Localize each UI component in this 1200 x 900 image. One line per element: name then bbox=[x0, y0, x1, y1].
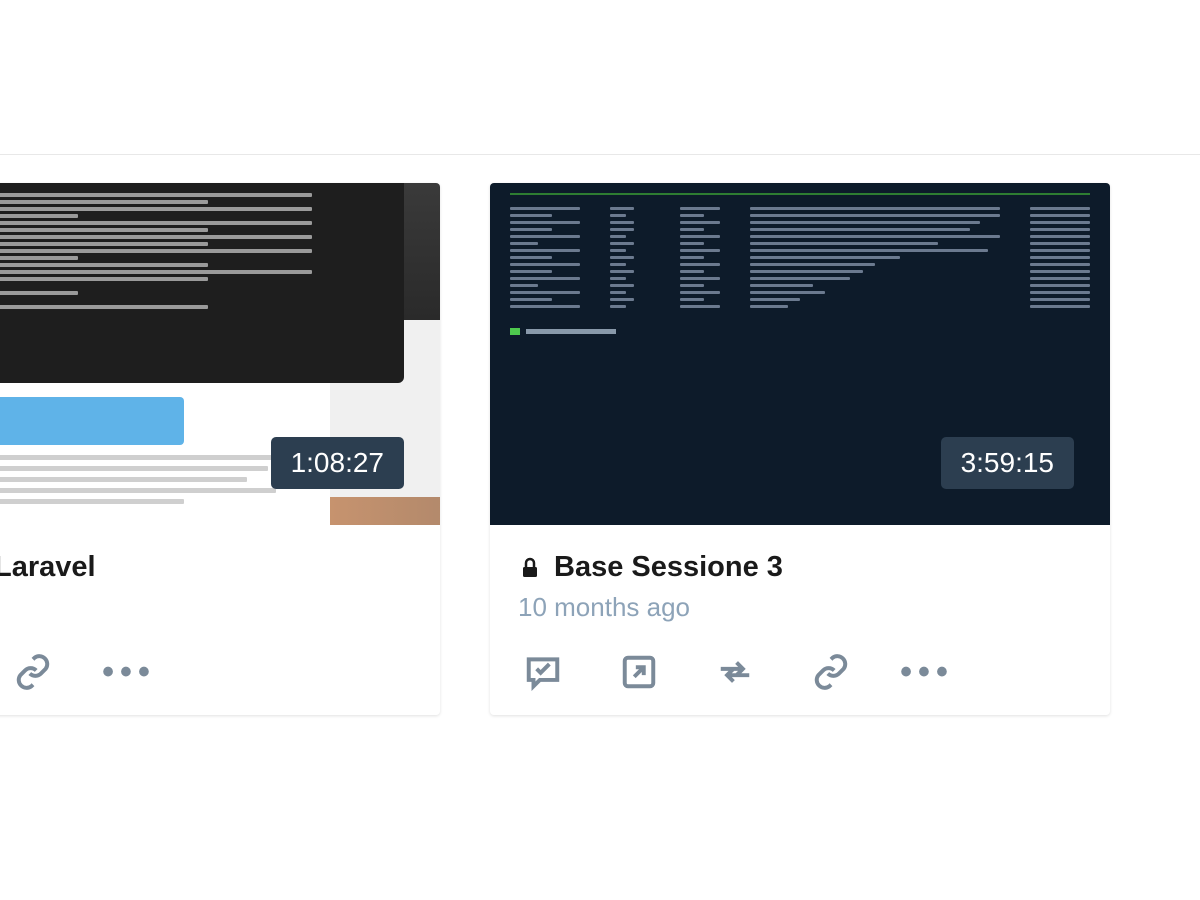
duration-badge: 3:59:15 bbox=[941, 437, 1074, 489]
video-cards-grid: 1:08:27 cazione con Laravel o ••• bbox=[0, 155, 1200, 715]
swap-icon[interactable] bbox=[716, 653, 754, 691]
card-body: cazione con Laravel o bbox=[0, 525, 440, 633]
header-spacer bbox=[0, 0, 1200, 155]
comment-check-icon[interactable] bbox=[524, 653, 562, 691]
video-thumbnail[interactable]: 1:08:27 bbox=[0, 183, 440, 525]
link-icon[interactable] bbox=[14, 653, 52, 691]
thumbnail-terminal-preview bbox=[0, 183, 404, 383]
video-meta: 10 months ago bbox=[518, 592, 1082, 623]
card-body: Base Sessione 3 10 months ago bbox=[490, 525, 1110, 633]
video-card[interactable]: 3:59:15 Base Sessione 3 10 months ago bbox=[490, 183, 1110, 715]
video-title[interactable]: cazione con Laravel bbox=[0, 551, 96, 584]
video-card[interactable]: 1:08:27 cazione con Laravel o ••• bbox=[0, 183, 440, 715]
share-arrow-icon[interactable] bbox=[620, 653, 658, 691]
lock-icon bbox=[518, 554, 542, 582]
more-icon[interactable]: ••• bbox=[908, 653, 946, 691]
video-thumbnail[interactable]: 3:59:15 bbox=[490, 183, 1110, 525]
link-icon[interactable] bbox=[812, 653, 850, 691]
video-meta: o bbox=[0, 592, 412, 623]
video-title[interactable]: Base Sessione 3 bbox=[554, 551, 783, 584]
card-actions: ••• bbox=[0, 633, 440, 715]
card-actions: ••• bbox=[490, 633, 1110, 715]
duration-badge: 1:08:27 bbox=[271, 437, 404, 489]
more-icon[interactable]: ••• bbox=[110, 653, 148, 691]
